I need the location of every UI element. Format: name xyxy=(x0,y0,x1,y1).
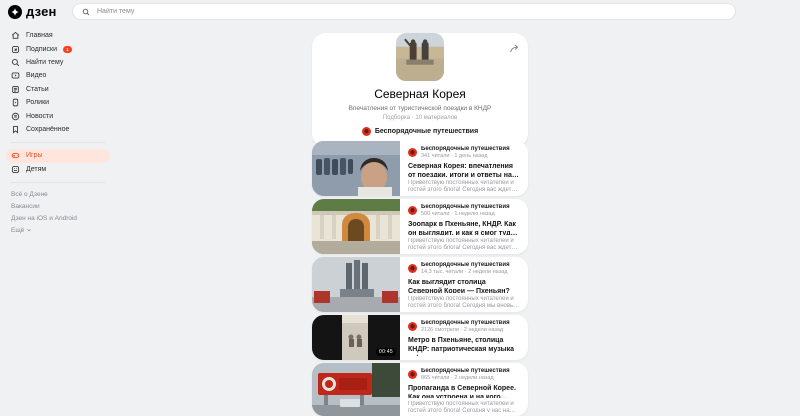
sidebar-item-games[interactable]: Игры xyxy=(6,149,110,163)
share-icon[interactable] xyxy=(509,41,520,59)
sidebar-item-label: Подписки xyxy=(26,45,58,53)
article-stats: 341 читали · 1 день назад xyxy=(421,153,488,159)
article-stats: 865 читали · 2 недели назад xyxy=(421,375,494,381)
channel-name[interactable]: Беспорядочные путешествия xyxy=(421,204,510,210)
video-icon xyxy=(11,71,20,80)
article-title[interactable]: Северная Корея: впечатления от поездки, … xyxy=(408,162,520,177)
channel-avatar xyxy=(408,264,417,273)
sidebar-item-label: Новости xyxy=(26,112,54,120)
channel-name[interactable]: Беспорядочные путешествия xyxy=(421,320,510,326)
sidebar-divider xyxy=(11,142,105,144)
sidebar-footer: Всё о Дзене Вакансии Дзен на iOS и Andro… xyxy=(6,189,110,241)
main-content: Северная Корея Впечатления от туристичес… xyxy=(312,24,528,416)
article-stats: 2126 смотрели · 2 недели назад xyxy=(421,327,504,333)
article-title[interactable]: Пропаганда в Северной Корее. Как она уст… xyxy=(408,384,520,398)
home-icon xyxy=(11,31,20,40)
channel-name[interactable]: Беспорядочные путешествия xyxy=(421,262,510,268)
article-snippet: Приветствую постоянных читателей и госте… xyxy=(408,400,514,412)
dzen-logo[interactable]: дзен xyxy=(8,4,57,19)
sidebar-item-label: Видео xyxy=(26,72,47,80)
search-topic-icon xyxy=(11,58,20,67)
channel-avatar xyxy=(361,127,371,136)
channel-avatar xyxy=(408,148,417,157)
article-snippet: Приветствую постоянных читателей и госте… xyxy=(408,295,514,308)
sidebar-item-kids[interactable]: Детям xyxy=(6,163,110,176)
kids-icon xyxy=(11,165,20,174)
games-icon xyxy=(11,151,20,160)
sidebar-divider xyxy=(11,181,105,183)
search-bar[interactable] xyxy=(72,3,736,20)
dzen-app: дзен Главная Подписки 1 Найти тему Видео xyxy=(0,0,800,416)
clips-icon xyxy=(11,98,20,107)
articles-icon xyxy=(11,85,20,94)
sidebar-item-label: Найти тему xyxy=(26,58,64,66)
article-card[interactable]: Беспорядочные путешествия 341 читали · 1… xyxy=(312,141,528,196)
article-card[interactable]: Беспорядочные путешествия 865 читали · 2… xyxy=(312,363,528,416)
sidebar-item-label: Игры xyxy=(26,152,43,160)
collection-title: Северная Корея xyxy=(374,87,466,101)
collection-cover-image xyxy=(396,33,444,81)
sidebar-item-video[interactable]: Видео xyxy=(6,69,110,82)
sidebar-item-label: Статьи xyxy=(26,85,49,93)
sidebar-item-news[interactable]: Новости xyxy=(6,109,110,122)
sidebar-item-label: Ролики xyxy=(26,99,50,107)
footer-link-jobs[interactable]: Вакансии xyxy=(11,203,105,210)
article-thumbnail xyxy=(312,363,400,416)
collection-channel-link[interactable]: Беспорядочные путешествия xyxy=(312,127,528,136)
article-thumbnail xyxy=(312,257,400,312)
video-thumbnail: 00:45 xyxy=(312,315,400,360)
channel-avatar xyxy=(408,206,417,215)
sidebar-item-label: Сохранённое xyxy=(26,125,70,133)
sidebar-item-label: Детям xyxy=(26,165,47,173)
sidebar: Главная Подписки 1 Найти тему Видео Стат… xyxy=(6,29,110,241)
collection-subtitle: Впечатления от туристической поездки в К… xyxy=(348,105,492,112)
footer-link-more-label: Ещё xyxy=(11,226,25,234)
dzen-logo-icon xyxy=(8,4,22,19)
article-thumbnail xyxy=(312,199,400,254)
footer-link-more[interactable]: Ещё xyxy=(11,227,105,234)
bookmark-icon xyxy=(11,125,20,134)
article-title[interactable]: Как выглядит столица Северной Кореи — Пх… xyxy=(408,278,520,293)
sidebar-item-saved[interactable]: Сохранённое xyxy=(6,123,110,136)
sidebar-item-clips[interactable]: Ролики xyxy=(6,96,110,109)
article-thumbnail xyxy=(312,141,400,196)
news-icon xyxy=(11,112,20,121)
video-title[interactable]: Метро в Пхеньяне, столица КНДР: патриоти… xyxy=(408,336,520,356)
article-title[interactable]: Зоопарк в Пхеньяне, КНДР. Как он выгляди… xyxy=(408,220,520,235)
video-duration-badge: 00:45 xyxy=(375,348,396,356)
channel-avatar xyxy=(408,370,417,379)
channel-name[interactable]: Беспорядочные путешествия xyxy=(421,368,510,374)
footer-link-apps[interactable]: Дзен на iOS и Android xyxy=(11,215,105,222)
article-card[interactable]: Беспорядочные путешествия 14,3 тыс. чита… xyxy=(312,257,528,312)
article-snippet: Приветствую постоянных читателей и госте… xyxy=(408,237,518,250)
article-card[interactable]: Беспорядочные путешествия 500 читали · 1… xyxy=(312,199,528,254)
article-stats: 14,3 тыс. читали · 2 недели назад xyxy=(421,269,508,275)
collection-meta: Подборка · 10 материалов xyxy=(382,115,458,121)
search-input[interactable] xyxy=(95,7,726,16)
sidebar-item-home[interactable]: Главная xyxy=(6,29,110,42)
channel-avatar xyxy=(408,322,417,331)
article-stats: 500 читали · 1 неделю назад xyxy=(421,211,495,217)
chevron-down-icon xyxy=(26,227,32,233)
video-card[interactable]: 00:45 Беспорядочные путешествия 2126 смо… xyxy=(312,315,528,360)
collection-card: Северная Корея Впечатления от туристичес… xyxy=(312,33,528,147)
subscriptions-icon xyxy=(11,45,20,54)
search-icon xyxy=(82,8,90,16)
sidebar-item-articles[interactable]: Статьи xyxy=(6,83,110,96)
subscriptions-badge: 1 xyxy=(63,45,73,53)
dzen-logo-text: дзен xyxy=(26,4,57,19)
channel-name[interactable]: Беспорядочные путешествия xyxy=(421,146,510,152)
footer-link-about[interactable]: Всё о Дзене xyxy=(11,191,105,198)
channel-name: Беспорядочные путешествия xyxy=(374,128,479,135)
sidebar-item-subscriptions[interactable]: Подписки 1 xyxy=(6,42,110,55)
sidebar-item-find-topic[interactable]: Найти тему xyxy=(6,56,110,69)
sidebar-item-label: Главная xyxy=(26,32,53,40)
article-snippet: Приветствую постоянных читателей и госте… xyxy=(408,179,518,192)
